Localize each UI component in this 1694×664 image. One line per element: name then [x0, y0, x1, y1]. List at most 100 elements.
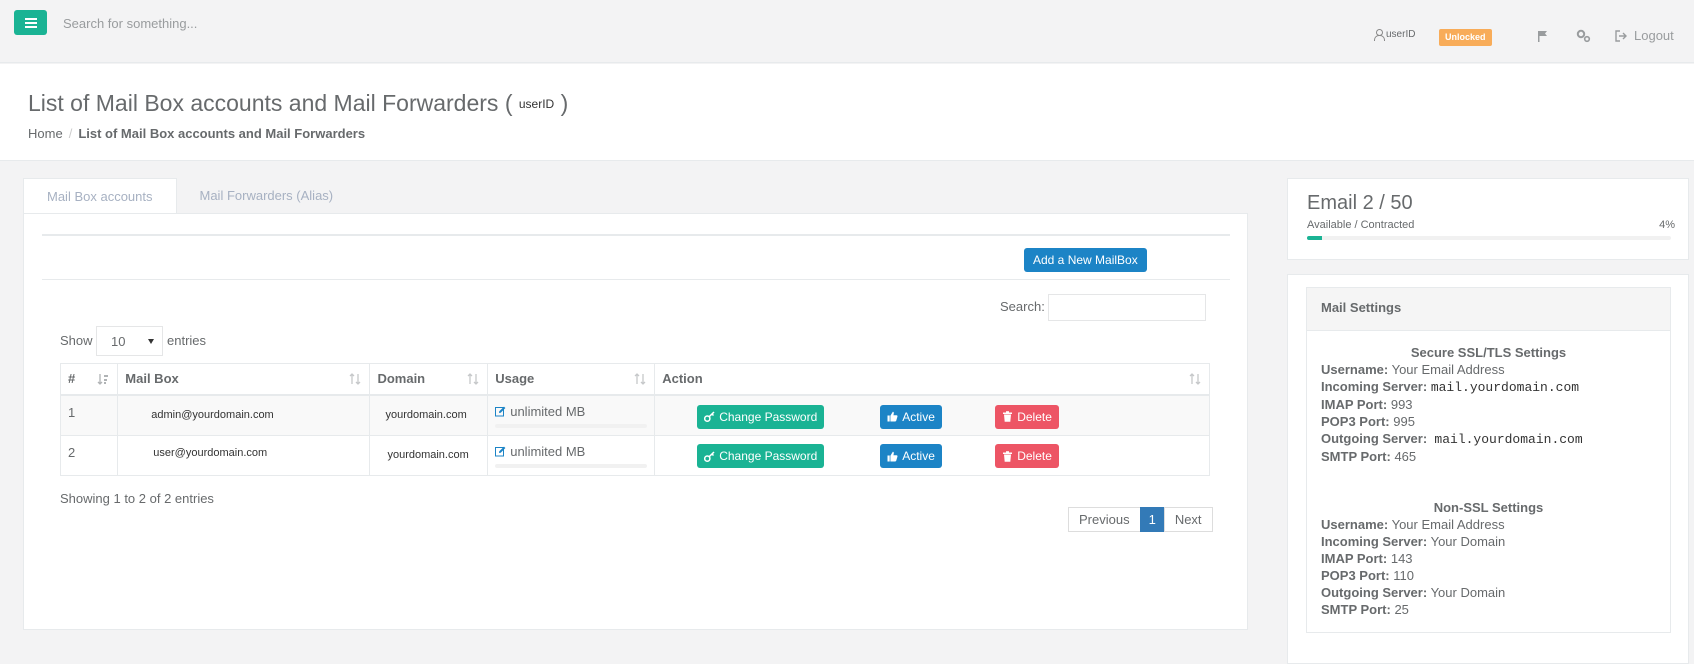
cell-mailbox: admin@yourdomain.com — [117, 394, 371, 436]
button-label: Delete — [1017, 409, 1052, 424]
table-search-input[interactable] — [1048, 294, 1206, 321]
entries-label: entries — [167, 333, 207, 348]
delete-button[interactable]: Delete — [995, 404, 1059, 429]
active-button[interactable]: Active — [880, 444, 942, 468]
setting-value: 25 — [1394, 602, 1409, 617]
divider — [42, 279, 1230, 280]
page-size-select[interactable]: 10 — [96, 326, 163, 356]
tab-label: Mail Box accounts — [47, 189, 153, 204]
tab-mail-forwarders[interactable]: Mail Forwarders (Alias) — [177, 178, 357, 214]
pagination-previous[interactable]: Previous — [1068, 507, 1141, 532]
pencil-icon — [495, 406, 506, 416]
setting-value: 143 — [1390, 551, 1413, 566]
logout-link[interactable]: Logout — [1615, 28, 1674, 43]
tab-mailbox-accounts[interactable]: Mail Box accounts — [23, 178, 177, 214]
column-header-mailbox[interactable]: Mail Box — [117, 363, 371, 396]
cell-usage: unlimited MB — [487, 435, 656, 476]
thumbs-up-icon — [887, 411, 898, 422]
breadcrumb-home[interactable]: Home — [28, 126, 63, 141]
cell-usage: unlimited MB — [487, 394, 656, 436]
table-header-row: # Mail Box Domain Usage Action — [59, 363, 1210, 396]
column-header-domain[interactable]: Domain — [369, 363, 489, 396]
button-label: Delete — [1017, 449, 1052, 463]
menu-toggle-button[interactable] — [14, 10, 47, 35]
usage-link[interactable]: unlimited MB — [495, 404, 647, 419]
button-label: Active — [902, 449, 935, 463]
pencil-icon — [495, 446, 506, 457]
page-title-user: userID — [518, 97, 555, 111]
flag-icon[interactable] — [1537, 30, 1549, 42]
mailbox-domain: yourdomain.com — [387, 449, 469, 461]
user-info: userID — [1374, 29, 1416, 41]
logout-label: Logout — [1634, 28, 1674, 43]
email-percent: 4% — [1659, 219, 1675, 231]
nonssl-settings-heading: Non-SSL Settings — [1433, 500, 1544, 515]
sign-out-icon — [1615, 29, 1627, 42]
column-header-usage[interactable]: Usage — [487, 363, 656, 396]
user-name: userID — [1386, 29, 1416, 40]
mailbox-table: # Mail Box Domain Usage Action 1 admin@y… — [59, 363, 1210, 476]
setting-label: SMTP Port: — [1321, 602, 1391, 617]
secure-settings-heading: Secure SSL/TLS Settings — [1410, 345, 1567, 360]
active-button[interactable]: Active — [880, 404, 942, 429]
column-header-number[interactable]: # — [59, 363, 119, 396]
sort-icon — [467, 373, 479, 385]
setting-label: POP3 Port: — [1321, 568, 1390, 583]
pagination-page-1[interactable]: 1 — [1139, 507, 1165, 532]
mail-settings-widget: Mail Settings Secure SSL/TLS Settings Us… — [1287, 274, 1689, 664]
row-number: 1 — [68, 404, 76, 420]
mailbox-address: admin@yourdomain.com — [151, 408, 274, 421]
column-header-action[interactable]: Action — [654, 363, 1210, 396]
setting-label: Incoming Server: — [1321, 379, 1428, 394]
mail-settings-panel: Mail Settings Secure SSL/TLS Settings Us… — [1306, 287, 1671, 633]
sort-icon — [1189, 373, 1201, 385]
page-title-text: List of Mail Box accounts and Mail Forwa… — [28, 90, 499, 116]
setting-value: Your Email Address — [1391, 517, 1505, 532]
usage-progress — [495, 464, 648, 468]
setting-label: Outgoing Server: — [1321, 585, 1428, 600]
trash-icon — [1003, 411, 1013, 422]
email-count: Email 2 / 50 — [1307, 192, 1413, 214]
top-search-input[interactable] — [63, 12, 463, 34]
setting-row: SMTP Port: 25 — [1321, 601, 1656, 618]
setting-label: SMTP Port: — [1321, 449, 1391, 464]
setting-row: Incoming Server: Your Domain — [1321, 533, 1656, 550]
usage-link[interactable]: unlimited MB — [495, 444, 647, 459]
pagination-next[interactable]: Next — [1163, 507, 1213, 532]
setting-label: IMAP Port: — [1321, 397, 1388, 412]
tab-label: Mail Forwarders (Alias) — [199, 188, 334, 203]
setting-value: 110 — [1393, 568, 1414, 583]
gears-icon[interactable] — [1576, 29, 1591, 43]
setting-row: POP3 Port: 110 — [1321, 567, 1656, 584]
top-navbar: userID Unlocked Logout — [0, 0, 1694, 63]
breadcrumb-current: List of Mail Box accounts and Mail Forwa… — [78, 126, 366, 141]
usage-progress — [495, 423, 648, 428]
setting-row: Username: Your Email Address — [1321, 516, 1656, 533]
sort-asc-icon — [97, 374, 109, 385]
usage-text: unlimited MB — [510, 444, 586, 459]
header-label: Action — [662, 371, 703, 387]
change-password-button[interactable]: Change Password — [697, 404, 825, 429]
user-icon — [1374, 29, 1385, 41]
table-row: 1 admin@yourdomain.com yourdomain.com un… — [59, 394, 1210, 436]
status-badge: Unlocked — [1439, 29, 1492, 46]
add-mailbox-button[interactable]: Add a New MailBox — [1024, 248, 1147, 272]
pagination: Previous 1 Next — [1068, 507, 1213, 532]
mailbox-address: user@yourdomain.com — [153, 447, 268, 459]
button-label: Change Password — [719, 449, 818, 463]
setting-row: IMAP Port: 143 — [1321, 550, 1656, 567]
setting-row: POP3 Port: 995 — [1321, 413, 1656, 430]
page-heading: List of Mail Box accounts and Mail Forwa… — [0, 64, 1694, 161]
delete-button[interactable]: Delete — [995, 444, 1059, 468]
change-password-button[interactable]: Change Password — [697, 444, 825, 468]
header-label: Mail Box — [125, 371, 179, 387]
setting-row: Outgoing Server: mail.yourdomain.com — [1321, 430, 1656, 448]
setting-row: Outgoing Server: Your Domain — [1321, 584, 1656, 601]
cell-domain: yourdomain.com — [369, 394, 489, 436]
key-icon — [704, 450, 715, 462]
setting-label: Username: — [1321, 517, 1389, 532]
key-icon — [704, 411, 715, 422]
cell-actions: Change Password Active Delete — [654, 435, 1210, 476]
setting-value: Your Email Address — [1391, 362, 1505, 377]
row-number: 2 — [68, 445, 76, 460]
